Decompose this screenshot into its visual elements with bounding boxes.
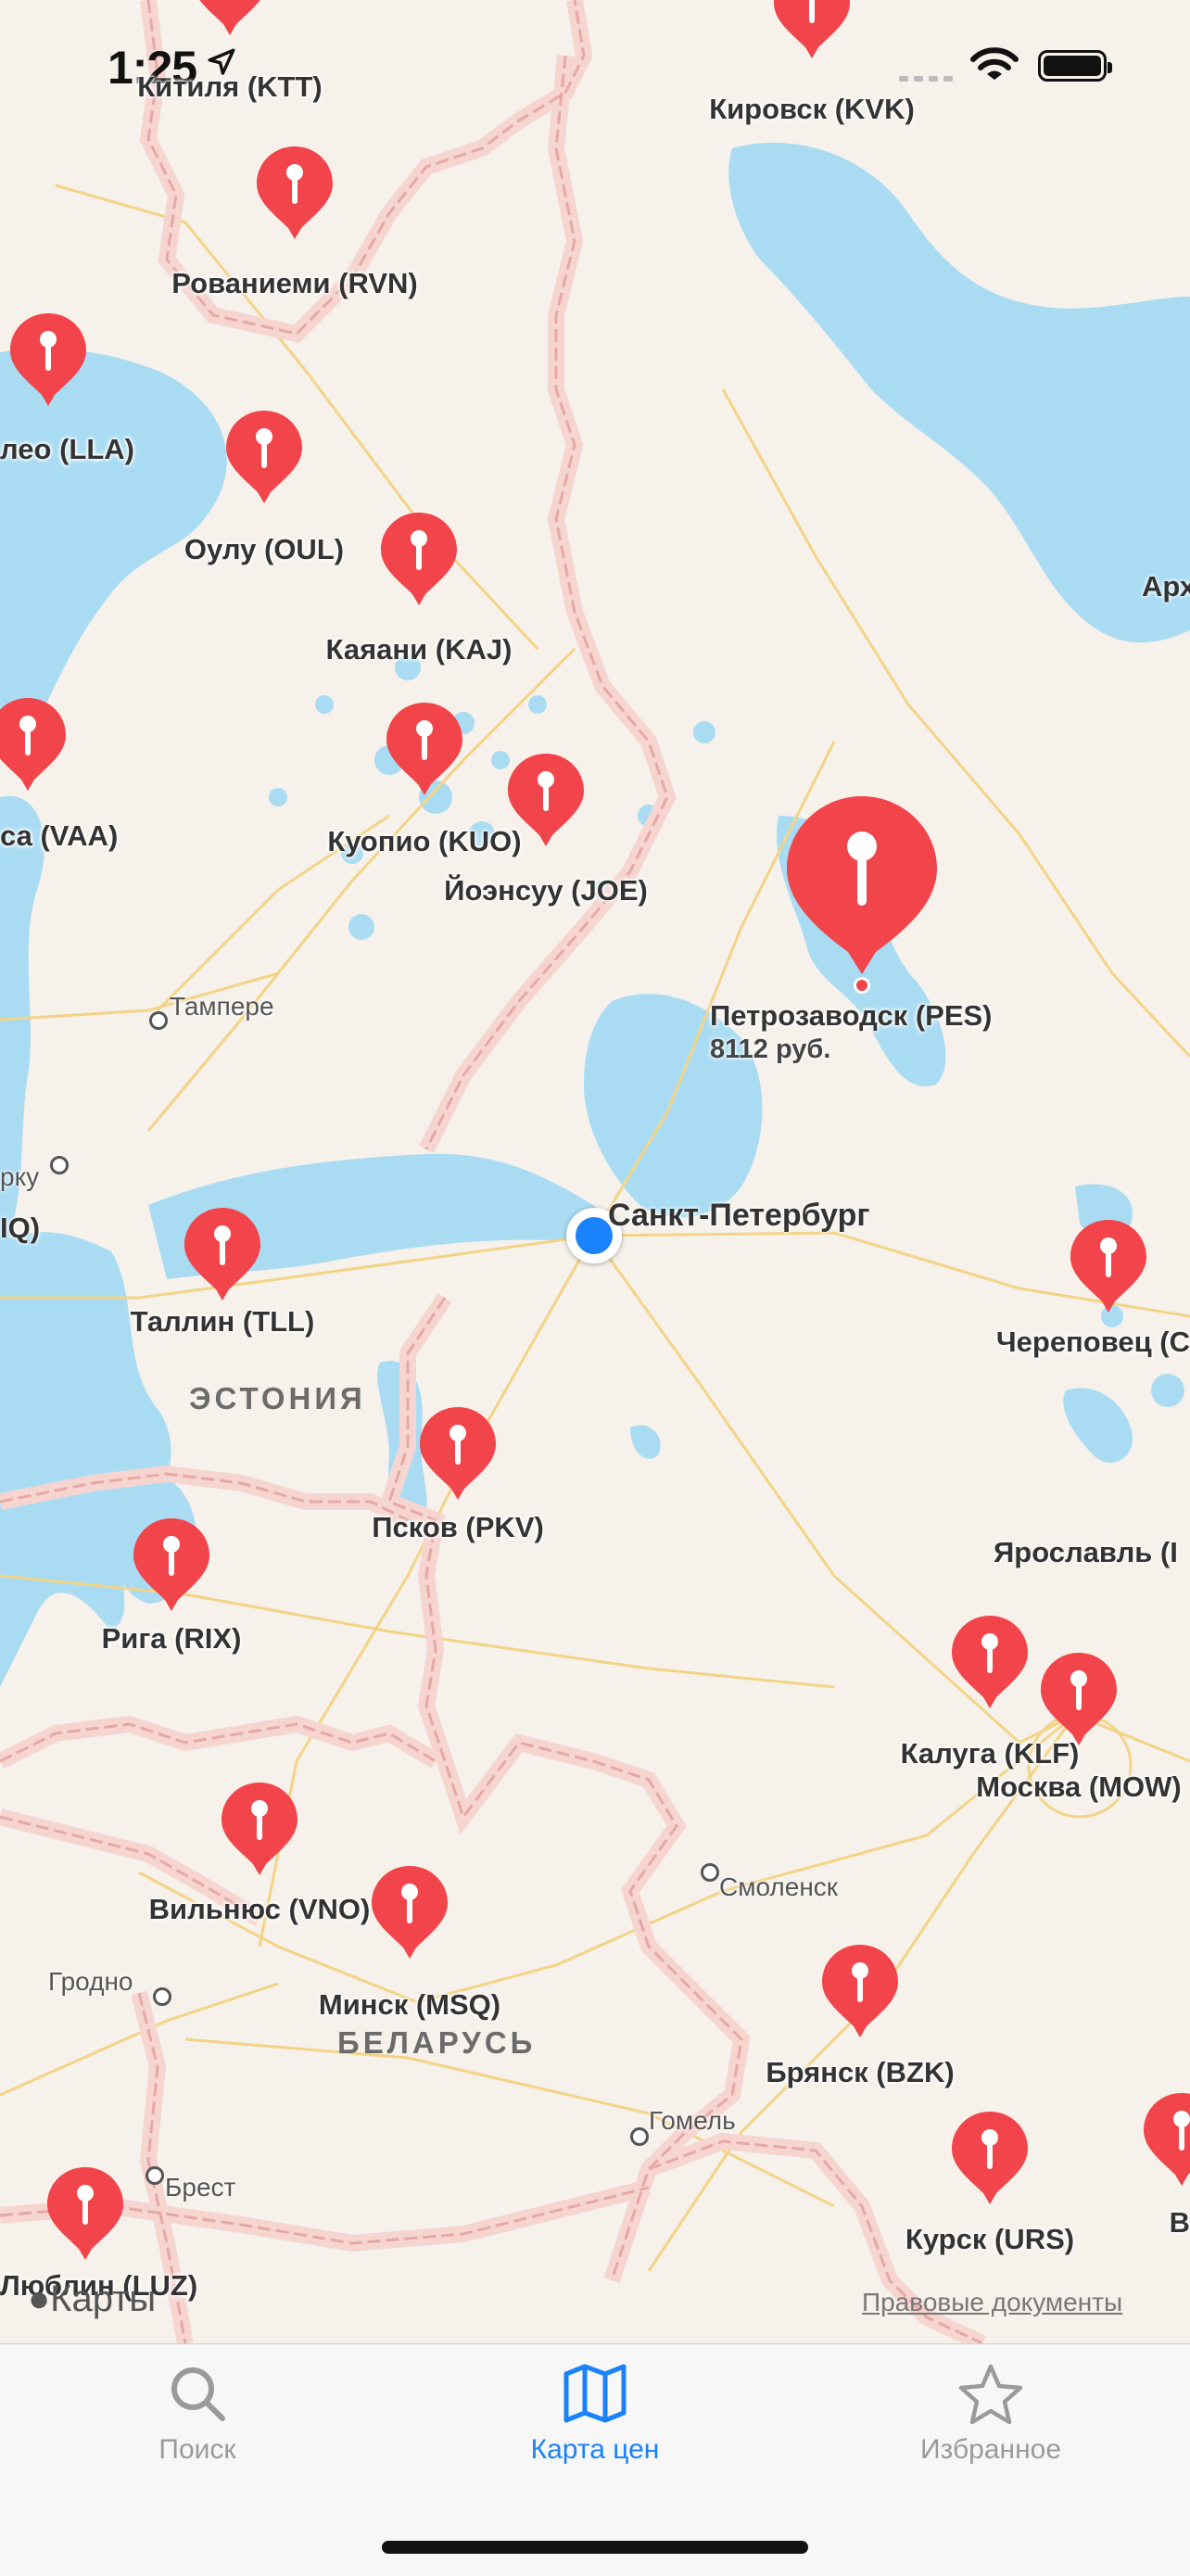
tab-favorites[interactable]: Избранное bbox=[852, 2363, 1130, 2466]
city-label-smolensk: Смоленск bbox=[719, 1872, 839, 1901]
price-pin[interactable] bbox=[418, 1405, 498, 1502]
price-pin-label: Оулу (OUL) bbox=[184, 533, 345, 565]
price-pin-label: са (VAA) bbox=[0, 819, 119, 852]
price-pin-label: Китиля (KTT) bbox=[137, 70, 323, 103]
price-pin[interactable] bbox=[772, 0, 852, 60]
price-pin[interactable] bbox=[506, 752, 586, 848]
price-pin[interactable] bbox=[1142, 2091, 1190, 2188]
city-dot bbox=[701, 1863, 719, 1882]
magnifier-icon bbox=[171, 2367, 225, 2421]
price-pin-label: леo (LLA) bbox=[0, 433, 134, 465]
price-pin-label: Череповец (C bbox=[995, 1326, 1190, 1358]
battery-icon bbox=[1038, 50, 1112, 82]
legal-link[interactable]: Правовые документы bbox=[862, 2288, 1122, 2317]
price-pin[interactable] bbox=[8, 311, 88, 408]
pin-label-partial: IQ) bbox=[0, 1212, 41, 1244]
price-pin-label: Вильнюс (VNO) bbox=[148, 1893, 371, 1925]
city-dot bbox=[50, 1156, 69, 1174]
price-pin[interactable] bbox=[1069, 1218, 1148, 1314]
price-pin-label: Москва (MOW) bbox=[976, 1770, 1182, 1803]
tab-search-label: Поиск bbox=[158, 2434, 236, 2465]
city-label-grodno: Гродно bbox=[48, 1967, 133, 1996]
city-dot bbox=[149, 1011, 168, 1030]
map-icon bbox=[563, 2364, 627, 2423]
selected-pin-price: 8112 руб. bbox=[710, 1034, 831, 1064]
selected-pin-label: Петрозаводск (PES) bbox=[710, 999, 993, 1032]
price-pin-label: Рованиеми (RVN) bbox=[171, 267, 418, 299]
price-pin-label: Минск (MSQ) bbox=[318, 1988, 501, 2021]
price-pin[interactable] bbox=[1039, 1651, 1119, 1747]
city-label-tampere: Тампере bbox=[170, 992, 274, 1021]
city-label-saint-petersburg: Санкт-Петербург bbox=[608, 1198, 870, 1233]
price-pin-label: Йоэнсуу (JOE) bbox=[444, 874, 648, 907]
selected-price-pin[interactable] bbox=[783, 793, 941, 978]
price-pin-label: Псков (PKV) bbox=[372, 1511, 544, 1543]
tab-price-map-label: Карта цен bbox=[530, 2434, 660, 2465]
price-pin-label: Куопио (KUO) bbox=[327, 825, 522, 857]
price-pin[interactable] bbox=[220, 1781, 299, 1877]
price-pin-label: Каяани (KAJ) bbox=[325, 633, 513, 666]
price-pin-label: Брянск (BZK) bbox=[766, 2056, 955, 2088]
home-indicator bbox=[382, 2541, 808, 2554]
price-pin-label: Калуга (KLF) bbox=[900, 1737, 1080, 1770]
price-pin[interactable] bbox=[132, 1516, 211, 1613]
price-pin-label: Курск (URS) bbox=[905, 2223, 1075, 2255]
city-label-brest: Брест bbox=[165, 2173, 236, 2202]
tab-favorites-label: Избранное bbox=[919, 2434, 1062, 2465]
price-pin[interactable] bbox=[385, 701, 464, 797]
price-pin[interactable] bbox=[950, 2110, 1030, 2206]
country-label-estonia: ЭСТОНИЯ bbox=[189, 1381, 366, 1415]
cellular-signal-icon bbox=[899, 76, 953, 82]
apple-logo-icon: ● bbox=[28, 2278, 51, 2319]
price-pin[interactable] bbox=[224, 409, 304, 505]
price-pin[interactable] bbox=[379, 511, 459, 607]
status-bar: 1:25 bbox=[0, 0, 1190, 130]
tab-price-map[interactable]: Карта цен bbox=[456, 2363, 734, 2466]
country-label-belarus: БЕЛАРУСЬ bbox=[337, 2025, 537, 2060]
wifi-icon bbox=[970, 47, 1019, 80]
maps-logo: ●Карты bbox=[28, 2278, 156, 2320]
city-dot bbox=[146, 2166, 164, 2185]
price-pin[interactable] bbox=[370, 1864, 449, 1961]
price-pin[interactable] bbox=[0, 696, 68, 793]
star-icon bbox=[958, 2364, 1023, 2425]
city-label-arkhangelsk: Арх bbox=[1142, 570, 1190, 603]
price-pin[interactable] bbox=[950, 1614, 1030, 1710]
city-dot bbox=[153, 1987, 171, 2006]
price-pin-label: Кировск (KVK) bbox=[709, 93, 915, 125]
city-label-yaroslavl: Ярославль (I bbox=[994, 1536, 1178, 1568]
price-pin-label: Рига (RIX) bbox=[101, 1622, 242, 1655]
maps-logo-text: Карты bbox=[50, 2278, 157, 2319]
city-label-gomel: Гомель bbox=[649, 2106, 736, 2135]
price-pin[interactable] bbox=[183, 1206, 262, 1302]
price-pin[interactable] bbox=[255, 145, 335, 241]
price-pin[interactable] bbox=[820, 1943, 900, 2039]
selected-pin-point bbox=[854, 977, 870, 994]
price-pin-label: В bbox=[1169, 2206, 1190, 2239]
price-pin[interactable] bbox=[190, 0, 270, 37]
tab-search[interactable]: Поиск bbox=[58, 2363, 336, 2466]
map-view[interactable] bbox=[0, 0, 1190, 2343]
price-pin-label: Таллин (TLL) bbox=[130, 1305, 315, 1338]
city-dot bbox=[630, 2127, 649, 2146]
city-label-turku: рку bbox=[0, 1162, 40, 1191]
price-pin[interactable] bbox=[45, 2165, 125, 2262]
